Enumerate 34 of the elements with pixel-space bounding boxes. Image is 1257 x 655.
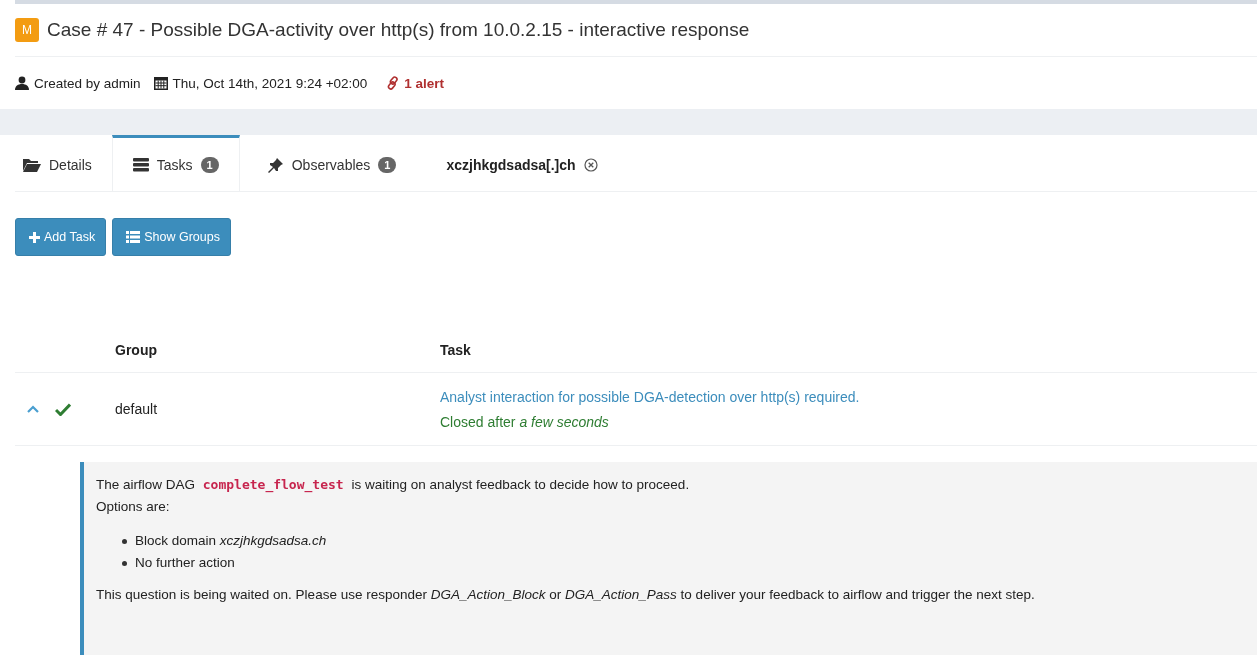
list-icon bbox=[126, 231, 141, 243]
created-by-text: Created by admin bbox=[34, 75, 141, 91]
alert-link[interactable]: 1 alert bbox=[386, 75, 445, 91]
server-icon bbox=[132, 157, 149, 172]
option-text: Block domain xczjhkgdsadsa.ch bbox=[135, 532, 327, 550]
folder-icon bbox=[23, 157, 41, 172]
tab[interactable]: xczjhkgdsadsa[.]ch bbox=[416, 135, 618, 191]
options-label: Options are: bbox=[96, 498, 171, 516]
pin-icon bbox=[267, 156, 284, 173]
severity-badge: M bbox=[15, 18, 39, 42]
link-icon bbox=[386, 76, 401, 90]
bullet-icon bbox=[122, 538, 127, 544]
count-badge: 1 bbox=[200, 156, 219, 173]
plus-icon bbox=[29, 231, 40, 243]
column-header: Group bbox=[115, 342, 158, 358]
case-title: Case # 47 - Possible DGA-activity over http(s) from 10.0.2.15 - interactive response bbox=[47, 19, 750, 41]
task-link[interactable]: Analyst interaction for possible DGA-detection over http(s) required. bbox=[440, 389, 860, 405]
count-badge: 1 bbox=[378, 156, 397, 173]
created-date: Thu, Oct 14th, 2021 9:24 +02:00 bbox=[172, 75, 368, 91]
table-cell-text: default bbox=[115, 401, 159, 417]
description-text: The airflow DAG complete_flow_test is waiting on analyst feedback to decide how to proceed. bbox=[96, 476, 691, 495]
calendar-icon bbox=[153, 76, 168, 90]
user-icon bbox=[15, 76, 29, 90]
task-status: Closed after a few seconds bbox=[440, 414, 609, 430]
tab[interactable]: Details bbox=[15, 135, 112, 191]
column-header: Task bbox=[440, 342, 472, 358]
tab[interactable]: Tasks 1 bbox=[111, 135, 240, 191]
show-groups-button[interactable]: Show Groups bbox=[112, 218, 231, 256]
bullet-icon bbox=[122, 560, 127, 566]
tab[interactable]: Observables 1 bbox=[239, 135, 417, 191]
add-task-button[interactable]: Add Task bbox=[15, 218, 107, 256]
instruction-text: This question is being waited on. Please use responder DGA_Action_Block or DGA_Action_Pass to deliver your feedback to airflow and trigger the next step. bbox=[96, 586, 1036, 604]
option-text: No further action bbox=[135, 554, 235, 572]
chevron-up-icon[interactable] bbox=[27, 405, 39, 413]
